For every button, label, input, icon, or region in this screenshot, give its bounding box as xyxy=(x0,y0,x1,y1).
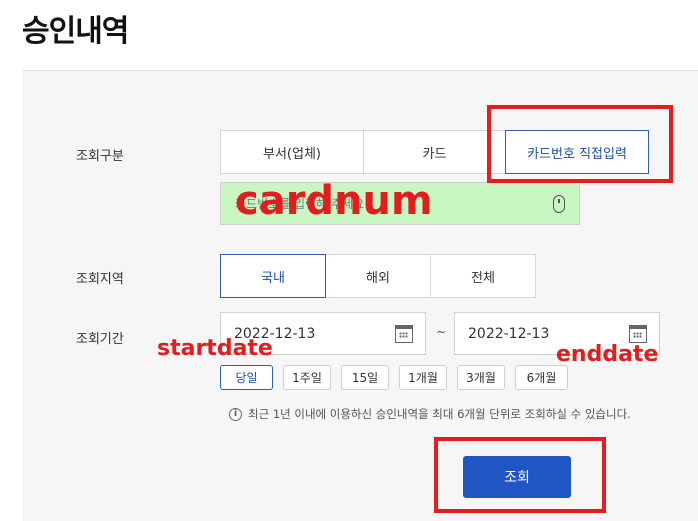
calendar-icon[interactable] xyxy=(395,325,413,343)
startdate-annotation: startdate xyxy=(157,336,273,361)
quick-period-group: 당일 1주일 15일 1개월 3개월 6개월 xyxy=(220,365,578,390)
period-today-button[interactable]: 당일 xyxy=(220,365,273,390)
period-1week-button[interactable]: 1주일 xyxy=(283,365,331,390)
period-6months-button[interactable]: 6개월 xyxy=(515,365,568,390)
search-type-cardnum-button[interactable]: 카드번호 직접입력 xyxy=(505,130,649,174)
region-label: 조회지역 xyxy=(76,272,124,287)
cardnum-annotation: cardnum xyxy=(235,178,433,224)
search-type-segment: 부서(업체) 카드 카드번호 직접입력 xyxy=(220,130,649,174)
region-domestic-button[interactable]: 국내 xyxy=(220,254,326,298)
enddate-annotation: enddate xyxy=(556,342,659,367)
search-type-dept-button[interactable]: 부서(업체) xyxy=(220,130,364,174)
period-3months-button[interactable]: 3개월 xyxy=(457,365,505,390)
page-title: 승인내역 xyxy=(22,14,129,49)
period-notice: i 최근 1년 이내에 이용하신 승인내역을 최대 6개월 단위로 조회하실 수… xyxy=(229,406,631,422)
region-overseas-button[interactable]: 해외 xyxy=(325,254,431,298)
region-all-button[interactable]: 전체 xyxy=(430,254,536,298)
date-separator: ~ xyxy=(436,325,447,339)
region-segment: 국내 해외 전체 xyxy=(220,254,536,298)
annotation-box-search-button xyxy=(434,437,606,513)
period-15days-button[interactable]: 15일 xyxy=(341,365,389,390)
search-type-card-button[interactable]: 카드 xyxy=(363,130,506,174)
period-1month-button[interactable]: 1개월 xyxy=(399,365,447,390)
notice-text: 최근 1년 이내에 이용하신 승인내역을 최대 6개월 단위로 조회하실 수 있… xyxy=(248,407,631,421)
mouse-icon xyxy=(553,195,565,213)
calendar-icon[interactable] xyxy=(629,325,647,343)
period-label: 조회기간 xyxy=(76,332,124,347)
info-icon: i xyxy=(229,407,242,421)
search-type-label: 조회구분 xyxy=(76,149,124,164)
